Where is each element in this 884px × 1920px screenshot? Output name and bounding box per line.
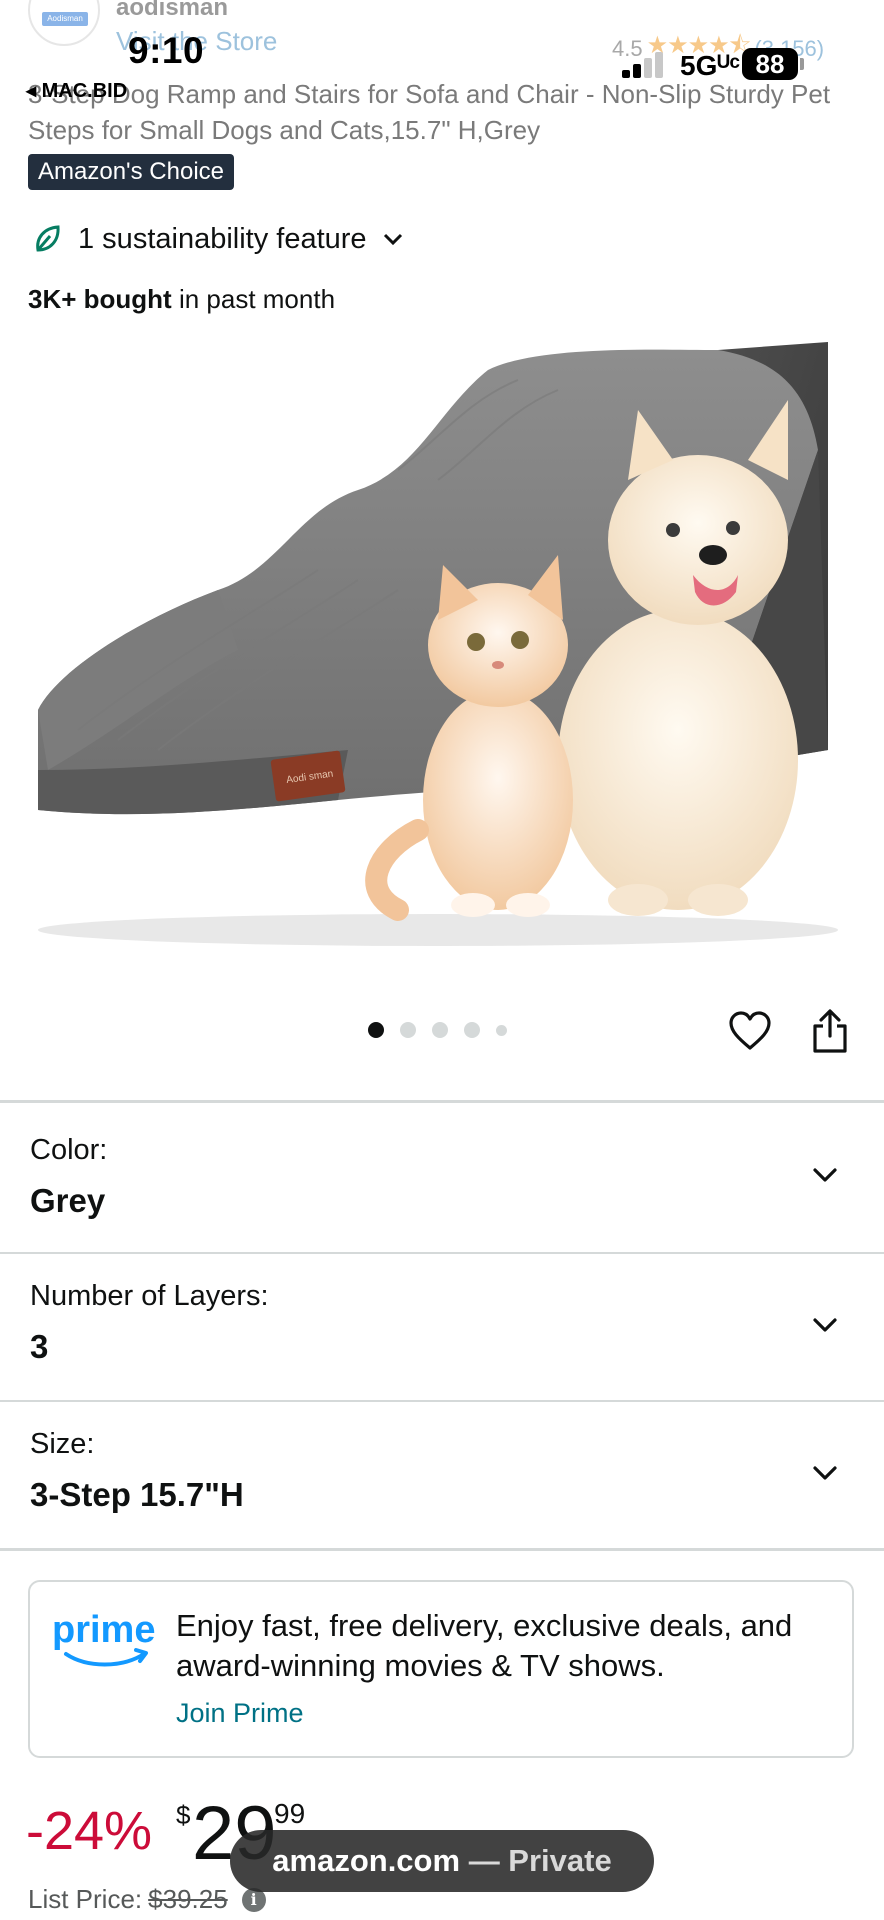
variation-label: Color: bbox=[30, 1134, 108, 1166]
cellular-signal-icon bbox=[622, 50, 666, 78]
list-price-value: $39.25 bbox=[148, 1884, 228, 1914]
chevron-down-icon bbox=[813, 1318, 837, 1332]
carousel-dot[interactable] bbox=[368, 1022, 384, 1038]
variation-label: Number of Layers: bbox=[30, 1280, 269, 1312]
back-to-app-button[interactable]: ◂ MAC.BID bbox=[26, 78, 127, 103]
prime-promo-text: Enjoy fast, free delivery, exclusive dea… bbox=[176, 1608, 793, 1683]
battery-tip bbox=[800, 58, 804, 70]
variation-value: Grey bbox=[30, 1182, 106, 1219]
chevron-down-icon bbox=[383, 233, 402, 246]
variation-label: Size: bbox=[30, 1428, 95, 1460]
amazons-choice-badge[interactable]: Amazon's Choice bbox=[28, 154, 234, 190]
join-prime-link[interactable]: Join Prime bbox=[176, 1698, 304, 1729]
variation-value: 3 bbox=[30, 1328, 49, 1365]
variation-number-of-layers[interactable]: Number of Layers: 3 bbox=[0, 1254, 884, 1402]
sustainability-feature-toggle[interactable]: 1 sustainability feature bbox=[30, 222, 405, 256]
variation-color[interactable]: Color: Grey bbox=[0, 1104, 884, 1252]
browser-private-mode: — Private bbox=[468, 1843, 612, 1878]
list-price: List Price: $39.25 i bbox=[28, 1884, 266, 1915]
price-fraction: 99 bbox=[274, 1798, 306, 1829]
browser-domain: amazon.com bbox=[272, 1843, 461, 1878]
status-time: 9:10 bbox=[128, 30, 205, 71]
heart-icon[interactable] bbox=[728, 1010, 772, 1052]
list-price-label: List Price: bbox=[28, 1884, 143, 1914]
carousel-dot[interactable] bbox=[400, 1022, 416, 1038]
variation-size[interactable]: Size: 3-Step 15.7"H bbox=[0, 1402, 884, 1550]
status-bar: 9:10 ◂ MAC.BID 5Gᵁᶜ 88 bbox=[0, 0, 884, 110]
price-currency-symbol: $ bbox=[176, 1800, 191, 1830]
discount-percent: -24% bbox=[26, 1801, 153, 1861]
image-carousel-dots[interactable] bbox=[368, 1022, 507, 1038]
product-image[interactable]: Aodi sman bbox=[18, 330, 868, 950]
carousel-dot[interactable] bbox=[464, 1022, 480, 1038]
section-divider bbox=[0, 1548, 884, 1551]
bought-count: 3K+ bought in past month bbox=[28, 284, 335, 315]
network-type: 5Gᵁᶜ bbox=[680, 50, 741, 81]
chevron-down-icon bbox=[813, 1466, 837, 1480]
bought-count-suffix: in past month bbox=[171, 284, 336, 314]
variation-value: 3-Step 15.7"H bbox=[30, 1476, 244, 1513]
chevron-down-icon bbox=[813, 1168, 837, 1182]
share-icon[interactable] bbox=[810, 1008, 850, 1054]
leaf-icon bbox=[36, 225, 60, 252]
sustainability-label: 1 sustainability feature bbox=[78, 222, 367, 255]
section-divider bbox=[0, 1100, 884, 1103]
carousel-dot[interactable] bbox=[432, 1022, 448, 1038]
carousel-dot[interactable] bbox=[496, 1024, 507, 1036]
bought-count-bold: 3K+ bought bbox=[28, 284, 172, 314]
prime-logo-text: prime bbox=[52, 1609, 155, 1651]
browser-address-pill[interactable]: amazon.com — Private bbox=[230, 1830, 654, 1892]
prime-logo-icon: prime bbox=[52, 1609, 155, 1667]
prime-promo-card[interactable]: prime Enjoy fast, free delivery, exclusi… bbox=[28, 1580, 854, 1758]
battery-icon: 88 bbox=[742, 48, 798, 80]
